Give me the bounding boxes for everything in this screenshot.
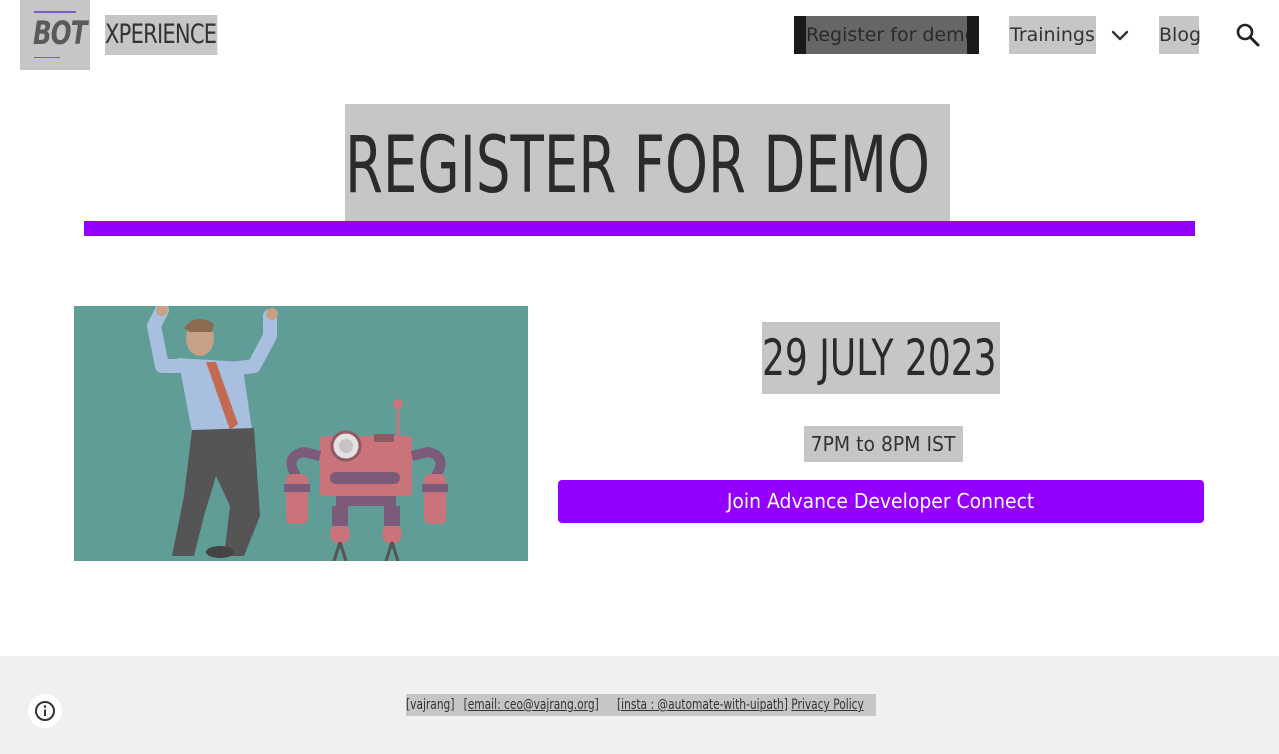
search-icon[interactable] — [1235, 22, 1261, 48]
site-title[interactable]: XPERIENCE — [105, 15, 218, 55]
illustration-svg — [147, 306, 448, 561]
nav-blog[interactable]: Blog — [1159, 16, 1201, 54]
page-title-box: REGISTER FOR DEMO — [345, 104, 950, 221]
event-date: 29 JULY 2023 — [762, 329, 997, 387]
event-time: 7PM to 8PM IST — [811, 432, 956, 456]
site-logo[interactable]: BOT — [20, 0, 90, 70]
footer-insta-link[interactable]: [insta : @automate-with-uipath] — [617, 697, 788, 713]
page-title: REGISTER FOR DEMO — [345, 121, 930, 211]
footer-privacy-policy-link[interactable]: Privacy Policy — [791, 697, 864, 713]
nav-trainings[interactable]: Trainings — [1009, 16, 1096, 54]
footer-vajrang: [vajrang] — [406, 697, 455, 713]
event-date-box: 29 JULY 2023 — [762, 322, 1000, 394]
title-divider — [84, 221, 1195, 236]
footer: [vajrang] [email: ceo@vajrang.org] [insta … — [0, 656, 1279, 754]
cta-label: Join Advance Developer Connect — [727, 489, 1035, 513]
logo-top-line — [34, 11, 76, 13]
footer-email-link[interactable]: [email: ceo@vajrang.org] — [464, 697, 599, 713]
event-time-box: 7PM to 8PM IST — [804, 426, 963, 462]
info-icon — [35, 701, 55, 721]
logo-bottom-line — [34, 57, 60, 58]
footer-links: [vajrang] [email: ceo@vajrang.org] [insta … — [406, 694, 876, 716]
site-info-button[interactable] — [28, 694, 62, 728]
robot-dance-illustration — [74, 306, 528, 561]
nav-register-for-demo[interactable]: Register for demo — [794, 16, 979, 54]
nav-register-label: Register for demo — [806, 16, 967, 54]
chevron-down-icon[interactable] — [1108, 24, 1132, 48]
logo-text: BOT — [33, 14, 87, 52]
join-advance-developer-connect-button[interactable]: Join Advance Developer Connect — [558, 480, 1204, 523]
